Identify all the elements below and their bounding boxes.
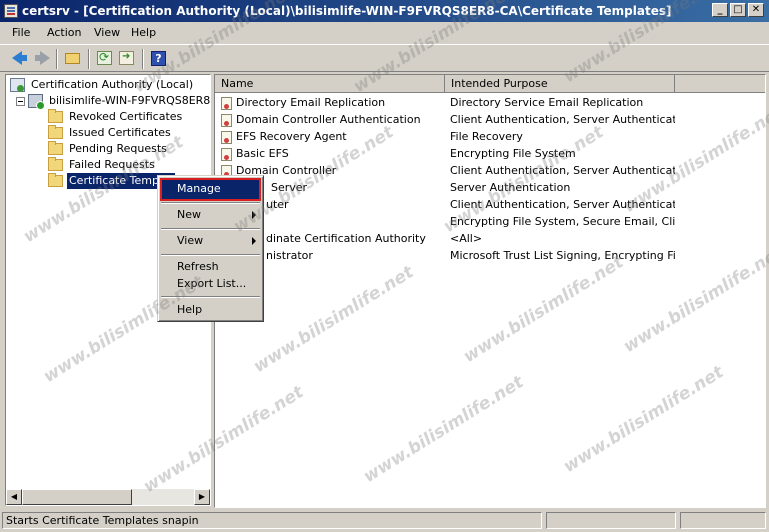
menu-bar: File Action View Help	[0, 22, 769, 44]
folder-icon	[48, 173, 63, 187]
certification-authority-icon	[10, 78, 25, 92]
highlight-annotation-box	[160, 178, 261, 201]
tree-item-failed-requests[interactable]: Failed Requests	[48, 157, 157, 173]
minimize-button[interactable]: _	[712, 3, 728, 17]
scroll-thumb[interactable]	[22, 489, 132, 505]
context-menu-view[interactable]: View	[161, 231, 260, 251]
column-header-name[interactable]: Name	[215, 75, 445, 93]
forward-arrow-icon[interactable]	[32, 50, 50, 66]
folder-icon	[48, 109, 63, 123]
template-list[interactable]: Name Intended Purpose Directory Email Re…	[214, 74, 766, 508]
list-row[interactable]: dinate Certification Authority <All>	[215, 230, 765, 247]
refresh-icon[interactable]	[96, 50, 114, 66]
tree-root[interactable]: Certification Authority (Local)	[10, 77, 195, 93]
menu-file[interactable]: File	[12, 26, 30, 39]
certsrv-app-icon	[4, 4, 18, 18]
menu-separator	[161, 296, 260, 298]
ca-server-icon	[28, 94, 45, 110]
list-row[interactable]: Encrypting File System, Secure Email, Cl…	[215, 213, 765, 230]
menu-separator	[161, 228, 260, 230]
certificate-template-icon	[221, 113, 232, 127]
status-bar: Starts Certificate Templates snapin	[0, 510, 769, 532]
maximize-button[interactable]: □	[730, 3, 746, 17]
list-row[interactable]: nistrator Microsoft Trust List Signing, …	[215, 247, 765, 264]
scroll-right-button[interactable]: ▶	[194, 489, 210, 505]
context-menu-new[interactable]: New	[161, 205, 260, 225]
tree-item-certificate-templates[interactable]: Certificate Templat	[48, 173, 176, 189]
collapse-toggle[interactable]	[16, 97, 25, 106]
close-button[interactable]: ✕	[748, 3, 764, 17]
folder-icon	[48, 141, 63, 155]
menu-help[interactable]: Help	[131, 26, 156, 39]
tree-ca-node[interactable]: bilisimlife-WIN-F9FVRQS8ER8-CA	[28, 93, 210, 110]
certificate-template-icon	[221, 96, 232, 110]
tree-item-revoked-certificates[interactable]: Revoked Certificates	[48, 109, 184, 125]
status-pane-2	[546, 512, 676, 529]
context-menu-export-list[interactable]: Export List...	[161, 274, 260, 294]
up-folder-icon[interactable]	[64, 50, 82, 66]
list-row[interactable]: Domain Controller Authentication Client …	[215, 111, 765, 128]
folder-icon	[48, 157, 63, 171]
column-header-intended-purpose[interactable]: Intended Purpose	[445, 75, 675, 93]
status-pane-3	[680, 512, 766, 529]
tree-item-pending-requests[interactable]: Pending Requests	[48, 141, 169, 157]
horizontal-scrollbar[interactable]: ◀ ▶	[6, 489, 210, 505]
help-icon[interactable]: ?	[150, 50, 168, 66]
certificate-template-icon	[221, 147, 232, 161]
folder-icon	[48, 125, 63, 139]
submenu-arrow-icon	[252, 237, 256, 245]
back-arrow-icon[interactable]	[10, 50, 28, 66]
list-row[interactable]: Server Server Authentication	[215, 179, 765, 196]
toolbar-separator	[56, 49, 58, 69]
list-row[interactable]: Directory Email Replication Directory Se…	[215, 94, 765, 111]
toolbar: ?	[0, 44, 769, 72]
title-bar: certsrv - [Certification Authority (Loca…	[0, 0, 769, 22]
column-header-empty	[675, 75, 765, 93]
certificate-template-icon	[221, 130, 232, 144]
list-row[interactable]: EFS Recovery Agent File Recovery	[215, 128, 765, 145]
tree-item-issued-certificates[interactable]: Issued Certificates	[48, 125, 173, 141]
scroll-left-button[interactable]: ◀	[6, 489, 22, 505]
export-list-icon[interactable]	[118, 50, 136, 66]
menu-separator	[161, 254, 260, 256]
menu-separator	[161, 202, 260, 204]
menu-action[interactable]: Action	[47, 26, 81, 39]
context-menu-help[interactable]: Help	[161, 300, 260, 320]
status-text: Starts Certificate Templates snapin	[2, 512, 542, 529]
menu-view[interactable]: View	[94, 26, 120, 39]
window-title: certsrv - [Certification Authority (Loca…	[22, 4, 672, 18]
list-row[interactable]: Basic EFS Encrypting File System	[215, 145, 765, 162]
list-row[interactable]: Domain Controller Client Authentication,…	[215, 162, 765, 179]
toolbar-separator	[142, 49, 144, 69]
list-row[interactable]: uter Client Authentication, Server Authe…	[215, 196, 765, 213]
toolbar-separator	[88, 49, 90, 69]
submenu-arrow-icon	[252, 211, 256, 219]
